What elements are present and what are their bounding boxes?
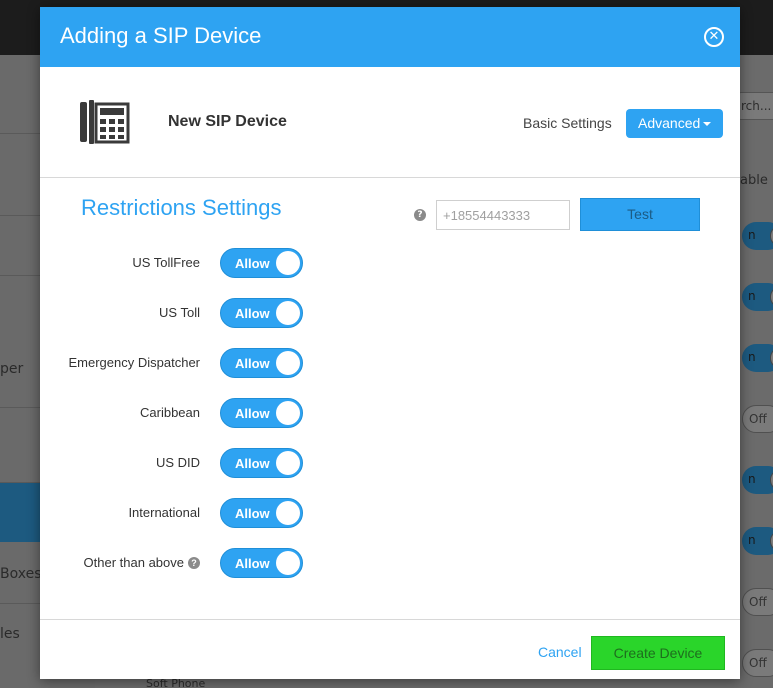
basic-settings-link[interactable]: Basic Settings — [523, 115, 612, 131]
restriction-row-caribbean: Caribbean Allow — [40, 398, 340, 428]
toggle-knob — [276, 551, 300, 575]
toggle-state: Allow — [235, 506, 270, 521]
restriction-row-emergency-dispatcher: Emergency Dispatcher Allow — [40, 348, 340, 378]
background-toggle-label: Off — [749, 656, 767, 670]
background-toggle-label: n — [748, 228, 756, 242]
toggle-state: Allow — [235, 406, 270, 421]
close-icon[interactable]: ✕ — [704, 27, 724, 47]
background-sidebar-label: per — [0, 361, 24, 377]
background-search-input: rch... — [738, 92, 773, 120]
background-toggle-label: n — [748, 289, 756, 303]
international-toggle[interactable]: Allow — [220, 498, 303, 528]
modal-title: Adding a SIP Device — [60, 23, 262, 48]
other-than-above-toggle[interactable]: Allow — [220, 548, 303, 578]
device-name: New SIP Device — [168, 113, 287, 130]
background-sidebar-label: Boxes — [0, 566, 42, 582]
restriction-label-with-help: Other than above? — [84, 555, 200, 570]
background-toggle: n — [742, 466, 773, 494]
toggle-state: Allow — [235, 556, 270, 571]
section-title: Restrictions Settings — [81, 195, 282, 220]
emergency-dispatcher-toggle[interactable]: Allow — [220, 348, 303, 378]
background-toggle-off: Off — [742, 588, 773, 616]
background-toggle-off: Off — [742, 405, 773, 433]
restriction-row-us-tollfree: US TollFree Allow — [40, 248, 340, 278]
help-icon[interactable]: ? — [414, 209, 426, 221]
cancel-button[interactable]: Cancel — [538, 644, 582, 660]
background-toggle-label: Off — [749, 412, 767, 426]
us-did-toggle[interactable]: Allow — [220, 448, 303, 478]
toggle-knob — [276, 251, 300, 275]
background-toggle-label: n — [748, 350, 756, 364]
advanced-dropdown-button[interactable]: Advanced — [626, 109, 723, 138]
add-sip-device-modal: Adding a SIP Device ✕ New SIP Device Bas… — [40, 7, 740, 679]
background-toggle: n — [742, 222, 773, 250]
restriction-label: US TollFree — [132, 255, 200, 270]
modal-footer: Cancel Create Device — [40, 619, 740, 679]
background-sidebar-label: les — [0, 626, 20, 642]
toggle-state: Allow — [235, 306, 270, 321]
restriction-row-international: International Allow — [40, 498, 340, 528]
restriction-row-other: Other than above? Allow — [40, 548, 340, 578]
advanced-label: Advanced — [638, 115, 701, 131]
toggle-state: Allow — [235, 456, 270, 471]
toggle-knob — [276, 351, 300, 375]
restriction-label: US DID — [155, 455, 200, 470]
us-toll-toggle[interactable]: Allow — [220, 298, 303, 328]
device-summary-bar: New SIP Device Basic Settings Advanced — [40, 67, 740, 178]
restriction-row-us-toll: US Toll Allow — [40, 298, 340, 328]
toggle-state: Allow — [235, 356, 270, 371]
test-number-input[interactable] — [436, 200, 570, 230]
toggle-knob — [276, 451, 300, 475]
help-icon[interactable]: ? — [188, 557, 200, 569]
background-toggle: n — [742, 283, 773, 311]
restriction-label: Emergency Dispatcher — [68, 355, 201, 370]
toggle-state: Allow — [235, 256, 270, 271]
create-device-button[interactable]: Create Device — [591, 636, 725, 670]
background-toggle-label: n — [748, 472, 756, 486]
us-tollfree-toggle[interactable]: Allow — [220, 248, 303, 278]
toggle-knob — [276, 401, 300, 425]
restriction-label: International — [128, 505, 200, 520]
restriction-label: US Toll — [159, 305, 200, 320]
restriction-row-us-did: US DID Allow — [40, 448, 340, 478]
modal-header: Adding a SIP Device ✕ — [40, 7, 740, 67]
background-toggle-label: Off — [749, 595, 767, 609]
background-toggle: n — [742, 344, 773, 372]
restriction-label-text: Other than above — [83, 555, 184, 570]
background-column-label: able — [740, 173, 768, 188]
background-toggle-off: Off — [742, 649, 773, 677]
background-toggle-label: n — [748, 533, 756, 547]
toggle-knob — [276, 501, 300, 525]
toggle-knob — [276, 301, 300, 325]
caret-down-icon — [703, 122, 712, 127]
test-button[interactable]: Test — [580, 198, 700, 231]
restriction-label: Caribbean — [140, 405, 200, 420]
caribbean-toggle[interactable]: Allow — [220, 398, 303, 428]
background-toggle: n — [742, 527, 773, 555]
sip-phone-icon — [80, 100, 130, 144]
